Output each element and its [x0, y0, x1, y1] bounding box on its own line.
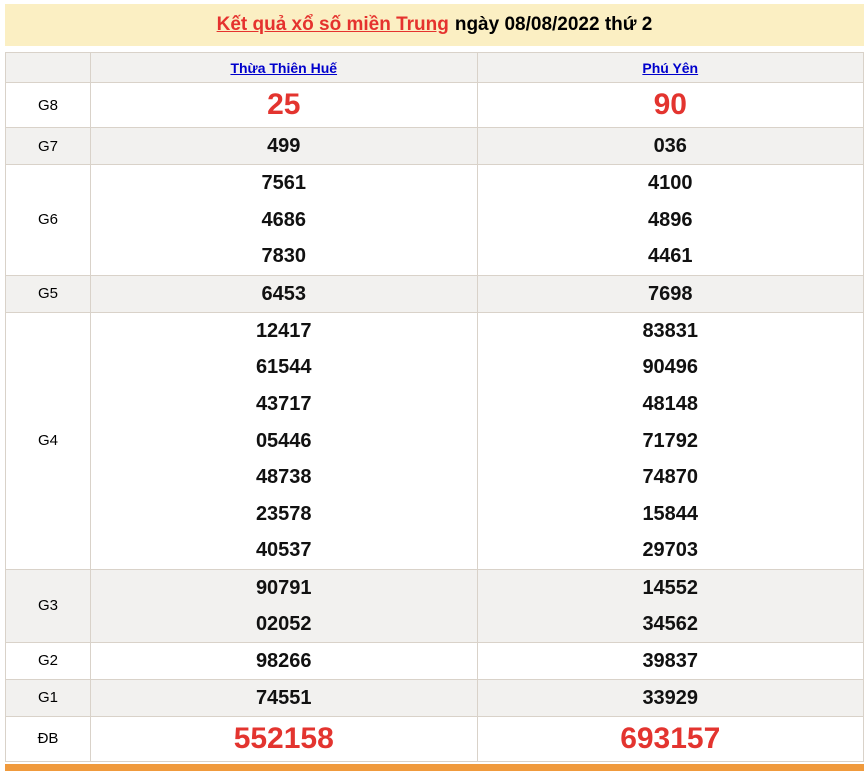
- corner-cell: [5, 52, 91, 83]
- prize-values-cell: 39837: [476, 641, 864, 680]
- table-row: G3 90791 02052 14552 34562: [5, 568, 864, 643]
- prize-values-cell: 98266: [90, 641, 478, 680]
- prize-number: 90791: [255, 576, 312, 599]
- prize-number: 23578: [255, 502, 312, 525]
- table-row: G1 74551 33929: [5, 678, 864, 717]
- prize-label: G6: [5, 164, 91, 276]
- prize-number: 4896: [648, 208, 693, 231]
- prize-number: 15844: [642, 502, 699, 525]
- prize-values-cell: 25: [90, 82, 478, 128]
- prize-values-cell: 4100 4896 4461: [476, 164, 864, 276]
- prize-number: 43717: [255, 392, 312, 415]
- prize-values-cell: 83831 90496 48148 71792 74870 15844 29703: [476, 311, 864, 570]
- prize-values-cell: 74551: [90, 678, 478, 717]
- prize-label: G1: [5, 678, 91, 717]
- prize-number: 98266: [255, 649, 312, 672]
- prize-number: 036: [653, 135, 687, 157]
- prize-values-cell: 036: [476, 127, 864, 165]
- prize-number: 05446: [255, 429, 312, 452]
- province-link-phu-yen[interactable]: Phú Yên: [642, 60, 698, 76]
- prize-values-cell: 499: [90, 127, 478, 165]
- prize-number: 90: [653, 88, 687, 121]
- prize-number: 7830: [261, 245, 307, 268]
- prize-number: 34562: [642, 612, 699, 635]
- prize-label: G8: [5, 82, 91, 128]
- prize-number: 74551: [255, 686, 312, 709]
- prize-values-cell: 14552 34562: [476, 568, 864, 643]
- prize-number: 40537: [255, 539, 312, 562]
- prize-number: 02052: [255, 612, 312, 635]
- prize-number: 7698: [648, 282, 693, 305]
- prize-label: G3: [5, 568, 91, 643]
- prize-number: 7561: [261, 172, 307, 194]
- prize-values-cell: 7698: [476, 274, 864, 313]
- page: Kết quả xổ số miền Trung ngày 08/08/2022…: [0, 0, 868, 771]
- prize-number: 71792: [642, 429, 699, 452]
- prize-number: 4100: [648, 172, 693, 194]
- prize-number: 29703: [642, 539, 699, 562]
- results-table: Thừa Thiên Huế Phú Yên G8 25 90 G7 499 036 G6 7…: [5, 52, 864, 762]
- province-link-thua-thien-hue[interactable]: Thừa Thiên Huế: [230, 60, 337, 76]
- prize-label: G2: [5, 641, 91, 680]
- prize-values-cell: 7561 4686 7830: [90, 164, 478, 276]
- prize-number: 4461: [648, 245, 693, 268]
- prize-number: 499: [267, 135, 301, 157]
- footer-bar: [5, 763, 864, 771]
- prize-values-cell: 90: [476, 82, 864, 128]
- prize-number: 693157: [620, 721, 721, 755]
- prize-label: G7: [5, 127, 91, 165]
- title-date: ngày 08/08/2022 thứ 2: [454, 14, 653, 35]
- prize-number: 6453: [261, 282, 307, 305]
- prize-values-cell: 6453: [90, 274, 478, 313]
- prize-number: 33929: [642, 686, 699, 709]
- table-row: ĐB 552158 693157: [5, 715, 864, 762]
- prize-number: 39837: [642, 649, 699, 672]
- table-row: G6 7561 4686 7830 4100 4896 4461: [5, 164, 864, 276]
- table-row: G8 25 90: [5, 82, 864, 128]
- table-header-row: Thừa Thiên Huế Phú Yên: [5, 52, 864, 83]
- prize-label: G5: [5, 274, 91, 313]
- prize-values-cell: 33929: [476, 678, 864, 717]
- prize-number: 61544: [255, 356, 312, 379]
- prize-label: ĐB: [5, 715, 91, 762]
- results-table-body: G8 25 90 G7 499 036 G6 7561 4686 7830 4100 4896 4461…: [5, 82, 864, 762]
- prize-number: 25: [267, 88, 301, 121]
- prize-values-cell: 90791 02052: [90, 568, 478, 643]
- prize-label: G4: [5, 311, 91, 570]
- table-row: G5 6453 7698: [5, 274, 864, 313]
- prize-number: 48148: [642, 392, 699, 415]
- table-row: G2 98266 39837: [5, 641, 864, 680]
- title-link[interactable]: Kết quả xổ số miền Trung: [217, 14, 449, 36]
- prize-number: 90496: [642, 356, 699, 379]
- prize-values-cell: 693157: [476, 715, 864, 762]
- prize-number: 48738: [255, 466, 312, 489]
- prize-number: 4686: [261, 208, 307, 231]
- prize-number: 14552: [642, 576, 699, 599]
- province-header-cell: Thừa Thiên Huế: [90, 52, 478, 83]
- prize-number: 74870: [642, 466, 699, 489]
- prize-number: 552158: [233, 721, 334, 755]
- prize-number: 83831: [642, 319, 699, 342]
- page-title-bar: Kết quả xổ số miền Trung ngày 08/08/2022…: [5, 4, 864, 46]
- prize-values-cell: 12417 61544 43717 05446 48738 23578 40537: [90, 311, 478, 570]
- table-row: G7 499 036: [5, 127, 864, 165]
- prize-values-cell: 552158: [90, 715, 478, 762]
- prize-number: 12417: [255, 319, 312, 342]
- province-header-cell: Phú Yên: [476, 52, 864, 83]
- table-row: G4 12417 61544 43717 05446 48738 23578 40537 838…: [5, 311, 864, 570]
